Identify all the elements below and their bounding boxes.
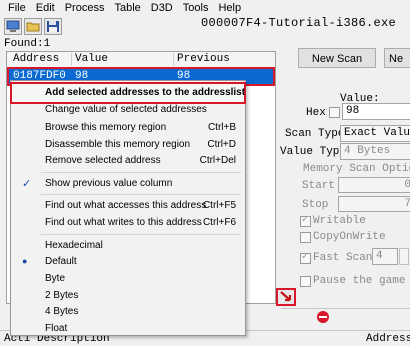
menubar: File Edit Process Table D3D Tools Help xyxy=(0,0,410,16)
checkmark-icon: ✓ xyxy=(22,178,32,190)
menu-find-accesses[interactable]: Find out what accesses this address Ctrl… xyxy=(12,197,244,215)
menu-change-value[interactable]: Change value of selected addresses xyxy=(12,101,244,119)
hex-checkbox[interactable] xyxy=(329,107,340,118)
menu-shortcut: Ctrl+D xyxy=(207,139,236,150)
menu-type-byte[interactable]: Byte xyxy=(12,270,244,288)
menu-file[interactable]: File xyxy=(3,0,31,16)
fast-scan-label: Fast Scan xyxy=(313,252,373,264)
list-header: Address Value Previous xyxy=(7,52,275,68)
found-count: Found:1 xyxy=(4,38,51,50)
value-type-select[interactable]: 4 Bytes xyxy=(340,143,410,160)
menu-table[interactable]: Table xyxy=(109,0,145,16)
pause-game-label: Pause the game wh xyxy=(313,275,410,287)
save-button[interactable] xyxy=(44,18,62,35)
fast-scan-checkbox[interactable] xyxy=(300,251,311,264)
menu-add-to-addresslist[interactable]: Add selected addresses to the addresslis… xyxy=(10,82,246,104)
menu-type-default[interactable]: ● Default xyxy=(12,253,244,271)
menu-show-previous-column[interactable]: ✓ Show previous value column xyxy=(12,175,244,193)
value-type-label: Value Type xyxy=(280,146,347,158)
menu-browse-memory[interactable]: Browse this memory region Ctrl+B xyxy=(12,119,244,137)
header-divider xyxy=(71,53,72,66)
start-label: Start xyxy=(302,180,336,192)
open-process-button[interactable] xyxy=(4,18,22,35)
red-arrow-icon xyxy=(280,291,292,302)
button-strip xyxy=(281,308,410,328)
cancel-scan-button[interactable] xyxy=(316,310,330,324)
menu-item-label: Float xyxy=(45,323,68,334)
next-scan-button[interactable]: Ne xyxy=(384,48,410,68)
menu-edit[interactable]: Edit xyxy=(31,0,60,16)
menu-type-4bytes[interactable]: 4 Bytes xyxy=(12,303,244,321)
menu-item-label: Browse this memory region xyxy=(45,122,167,133)
no-entry-icon xyxy=(317,311,329,323)
writable-label: Writable xyxy=(313,215,366,227)
menu-item-label: Change value of selected addresses xyxy=(45,104,207,115)
header-divider xyxy=(173,53,174,66)
menu-help[interactable]: Help xyxy=(213,0,246,16)
menu-item-label: Show previous value column xyxy=(45,178,173,189)
menu-item-label: Default xyxy=(45,256,77,267)
computer-icon xyxy=(6,20,20,32)
menu-item-label: Byte xyxy=(45,273,66,284)
menu-remove-address[interactable]: Remove selected address Ctrl+Del xyxy=(12,152,244,170)
menu-separator xyxy=(41,172,241,173)
process-title: 000007F4-Tutorial-i386.exe xyxy=(200,16,396,30)
menu-shortcut: Ctrl+F6 xyxy=(202,217,236,228)
menu-shortcut: Ctrl+Del xyxy=(199,155,236,166)
stop-label: Stop xyxy=(302,199,329,211)
header-value[interactable]: Value xyxy=(75,53,108,65)
menu-separator xyxy=(41,194,241,195)
menu-d3d[interactable]: D3D xyxy=(146,0,178,16)
context-menu: Add selected addresses to the addresslis… xyxy=(10,80,246,336)
menu-item-label: Add selected addresses to the addresslis… xyxy=(45,87,246,98)
menu-shortcut: Ctrl+F5 xyxy=(202,200,236,211)
fast-scan-alignment-input[interactable]: 4 xyxy=(372,248,398,265)
menu-item-label: Disassemble this memory region xyxy=(45,139,191,150)
copyonwrite-checkbox[interactable] xyxy=(300,232,311,243)
pause-game-checkbox[interactable] xyxy=(300,276,311,287)
menu-process[interactable]: Process xyxy=(60,0,110,16)
menu-item-label: 4 Bytes xyxy=(45,306,79,317)
stop-address-input[interactable]: 7 xyxy=(338,196,410,212)
open-file-button[interactable] xyxy=(24,18,42,35)
add-to-addresslist-button[interactable] xyxy=(276,288,296,306)
start-address-input[interactable]: 0 xyxy=(338,177,410,193)
copyonwrite-label: CopyOnWrite xyxy=(313,231,386,243)
memory-scan-options-label: Memory Scan Option xyxy=(303,163,410,175)
header-previous[interactable]: Previous xyxy=(177,53,230,65)
menu-item-label: Hexadecimal xyxy=(45,240,103,251)
writable-checkbox[interactable] xyxy=(300,214,311,227)
value-input[interactable]: 98 xyxy=(342,103,410,120)
menu-separator xyxy=(41,234,241,235)
menu-item-label: 2 Bytes xyxy=(45,290,79,301)
radio-dot-icon: ● xyxy=(22,256,28,266)
menu-item-label: Find out what accesses this address xyxy=(45,200,207,211)
folder-icon xyxy=(26,22,40,32)
menu-item-label: Remove selected address xyxy=(45,155,161,166)
new-scan-button[interactable]: New Scan xyxy=(298,48,376,68)
scan-type-select[interactable]: Exact Value xyxy=(340,125,410,142)
menu-shortcut: Ctrl+B xyxy=(207,122,236,133)
floppy-icon xyxy=(47,21,59,32)
menu-type-float[interactable]: Float xyxy=(12,320,244,338)
scan-type-label: Scan Type xyxy=(285,128,345,140)
hex-label: Hex xyxy=(306,107,326,119)
menu-tools[interactable]: Tools xyxy=(178,0,214,16)
header-address[interactable]: Address xyxy=(13,53,59,65)
menu-find-writes[interactable]: Find out what writes to this address Ctr… xyxy=(12,214,244,232)
bottom-address-header[interactable]: Address xyxy=(366,333,410,345)
alignment-dropdown[interactable] xyxy=(399,248,409,265)
menu-item-label: Find out what writes to this address xyxy=(45,217,202,228)
